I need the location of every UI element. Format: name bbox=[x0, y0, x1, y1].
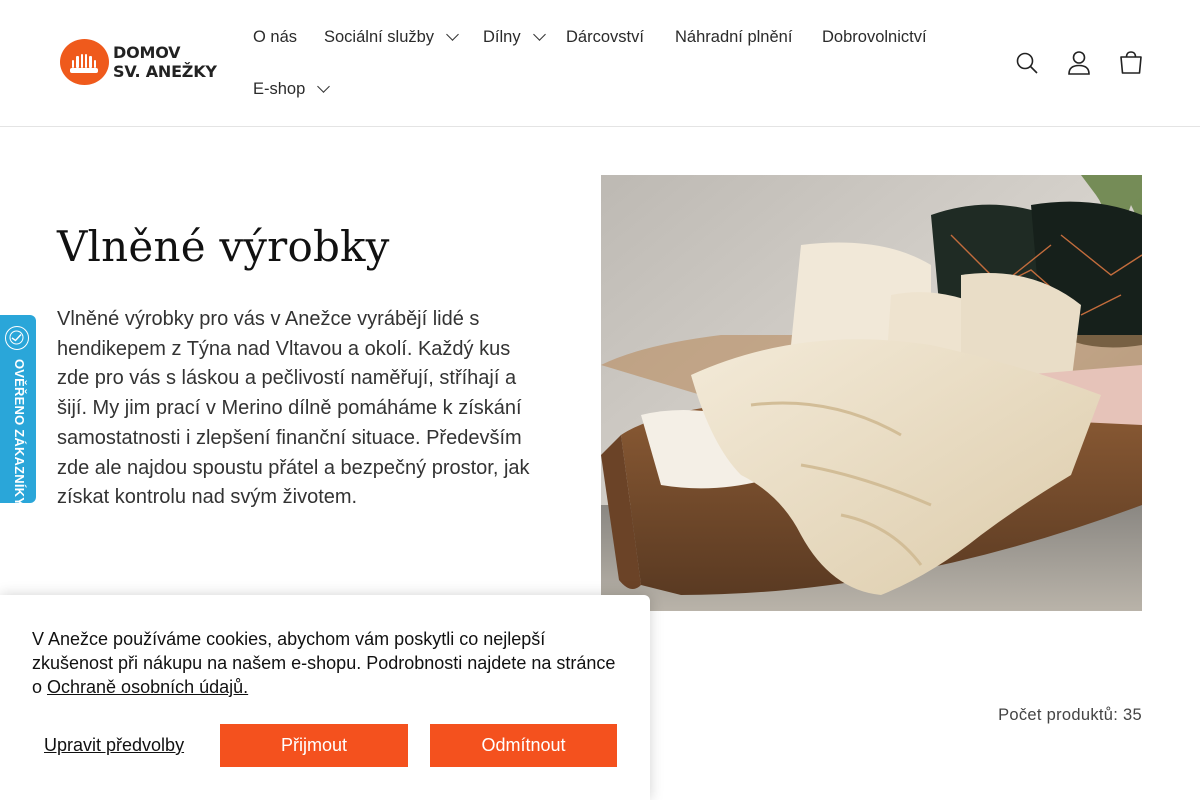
nav-item-label: Náhradní plnění bbox=[675, 28, 793, 46]
search-icon[interactable] bbox=[1014, 44, 1040, 82]
nav-item-socialni-sluzby[interactable]: Sociální služby bbox=[324, 28, 459, 47]
badge-label: OVĚŘENO ZÁKAZNÍKY bbox=[12, 359, 27, 507]
nav-item-darcovstvi[interactable]: Dárcovství bbox=[566, 28, 644, 47]
collection-hero-image bbox=[601, 175, 1142, 611]
nav-item-label: Dílny bbox=[483, 28, 521, 46]
collection-description: Vlněné výrobky pro vás v Anežce vyrábějí… bbox=[57, 308, 530, 509]
cookie-message: V Anežce používáme cookies, abychom vám … bbox=[32, 627, 622, 699]
cookie-accept-button[interactable]: Přijmout bbox=[220, 724, 408, 767]
product-count: Počet produktů: 35 bbox=[998, 706, 1142, 724]
nav-item-label: Sociální služby bbox=[324, 28, 435, 46]
account-icon[interactable] bbox=[1066, 44, 1092, 82]
nav-item-nahradni-plneni[interactable]: Náhradní plnění bbox=[675, 28, 792, 47]
nav-item-dobrovolnictvi[interactable]: Dobrovolnictví bbox=[822, 28, 927, 47]
cookie-preferences-button[interactable]: Upravit předvolby bbox=[44, 735, 184, 756]
nav-item-dilny[interactable]: Dílny bbox=[483, 28, 546, 47]
nav-item-e-shop[interactable]: E-shop bbox=[253, 80, 331, 99]
nav-item-label: Dobrovolnictví bbox=[822, 28, 927, 46]
chevron-down-icon bbox=[317, 80, 331, 93]
logo-mark-icon bbox=[60, 39, 109, 85]
nav-item-label: O nás bbox=[253, 28, 298, 46]
chevron-down-icon bbox=[446, 28, 459, 41]
chevron-down-icon bbox=[532, 28, 546, 41]
header-icons bbox=[1014, 44, 1144, 82]
nav-item-label: Dárcovství bbox=[566, 28, 644, 46]
logo-text: DOMOV SV. ANEŽKY bbox=[113, 43, 217, 81]
nav-item-label: E-shop bbox=[253, 80, 306, 98]
site-header: DOMOV SV. ANEŽKY O nás Sociální služby D… bbox=[0, 0, 1200, 127]
logo-line-2: SV. ANEŽKY bbox=[113, 62, 217, 81]
logo-line-1: DOMOV bbox=[113, 43, 181, 62]
cookie-banner: V Anežce používáme cookies, abychom vám … bbox=[0, 595, 650, 800]
heureka-seal-icon bbox=[5, 326, 29, 350]
nav-item-o-nas[interactable]: O nás bbox=[253, 28, 297, 47]
verified-by-customers-badge[interactable]: OVĚŘENO ZÁKAZNÍKY bbox=[0, 315, 36, 507]
cookie-decline-button[interactable]: Odmítnout bbox=[430, 724, 617, 767]
privacy-policy-link[interactable]: Ochraně osobních údajů. bbox=[47, 677, 248, 697]
cart-icon[interactable] bbox=[1118, 44, 1144, 82]
site-logo[interactable]: DOMOV SV. ANEŽKY bbox=[60, 38, 217, 86]
page-title: Vlněné výrobky bbox=[57, 222, 390, 271]
